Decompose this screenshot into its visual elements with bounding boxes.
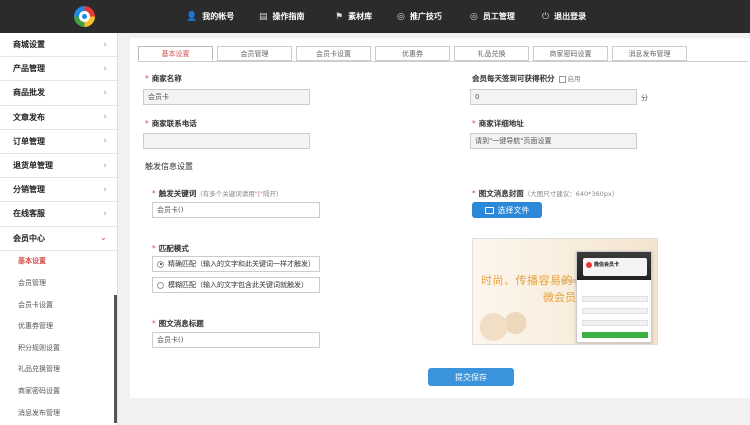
sidebar-item-label: 产品管理	[13, 64, 45, 74]
sidebar-item-label: 订单管理	[13, 136, 45, 146]
sidebar-item-customer-service[interactable]: 在线客服 ›	[0, 202, 117, 227]
chevron-right-icon: ›	[103, 160, 107, 171]
sidebar-item-mall-settings[interactable]: 商城设置 ›	[0, 33, 117, 58]
sidebar-item-label: 退货单管理	[13, 161, 53, 171]
globe-icon: ◎	[470, 11, 478, 22]
sidebar-subitem-messages[interactable]: 消息发布管理	[0, 402, 117, 424]
nav-guide[interactable]: ▤ 操作指南	[259, 0, 305, 33]
radio-exact[interactable]	[157, 260, 164, 268]
address-label: * 商家详细地址	[472, 119, 524, 128]
address-input[interactable]: 请到"一键导航"页面设置	[470, 133, 637, 149]
sidebar-item-member-center[interactable]: 会员中心 ⌄	[0, 227, 117, 251]
sidebar-subitem-coupons[interactable]: 优惠券管理	[0, 315, 117, 337]
sidebar-item-label: 在线客服	[13, 209, 45, 219]
chevron-right-icon: ›	[103, 87, 107, 98]
phone-card-title: 微信会员卡	[594, 262, 620, 268]
keyword-label: * 触发关键词（有多个关键词请用"|"隔开）	[152, 189, 283, 198]
sidebar-subitem-merchant-password[interactable]: 商家密码设置	[0, 380, 117, 402]
sidebar-item-label: 文章发布	[13, 112, 45, 122]
sidebar-item-orders[interactable]: 订单管理 ›	[0, 130, 117, 154]
sidebar-item-label: 商品批发	[13, 88, 45, 98]
tab-member-management[interactable]: 会员管理	[217, 46, 292, 61]
tab-merchant-password[interactable]: 商家密码设置	[533, 46, 608, 61]
top-navigation-bar: 👤 我的帐号 ▤ 操作指南 ⚑ 素材库 ◎ 推广技巧 ◎ 员工管理 ⏻ 退出登录	[0, 0, 750, 33]
enable-checkbox[interactable]	[558, 75, 566, 83]
chevron-down-icon: ⌄	[99, 233, 107, 244]
sidebar-scrollbar[interactable]	[114, 295, 117, 423]
nav-label: 员工管理	[482, 12, 515, 21]
sidebar-item-articles[interactable]: 文章发布 ›	[0, 106, 117, 130]
msg-title-input[interactable]: 会员卡()	[152, 332, 320, 348]
trigger-section-title: 触发信息设置	[145, 162, 193, 171]
choose-file-button[interactable]: 选择文件	[472, 202, 542, 218]
tab-divider	[138, 61, 748, 62]
match-fuzzy-option[interactable]: 模糊匹配（输入的文字包含此关键词就触发）	[152, 277, 320, 293]
radio-fuzzy[interactable]	[157, 281, 164, 289]
sidebar-item-label: 会员中心	[13, 233, 45, 243]
merchant-name-label: * 商家名称	[145, 74, 182, 83]
chevron-right-icon: ›	[103, 39, 107, 50]
nav-label: 操作指南	[272, 12, 305, 21]
match-exact-option[interactable]: 精确匹配（输入的文字和此关键词一样才触发）	[152, 256, 320, 272]
points-unit: 分	[641, 94, 648, 102]
tab-basic-settings[interactable]: 基本设置	[138, 46, 213, 61]
tab-gift-exchange[interactable]: 礼品兑换	[454, 46, 529, 61]
phone-mockup: 微信会员卡	[576, 251, 652, 343]
match-fuzzy-text: 模糊匹配（输入的文字包含此关键词就触发）	[168, 281, 308, 289]
daily-points-label: 会员每天签到可获得积分 启用	[472, 74, 581, 83]
tab-coupons[interactable]: 优惠券	[375, 46, 450, 61]
chevron-right-icon: ›	[103, 136, 107, 147]
phone-label: * 商家联系电话	[145, 119, 197, 128]
chevron-right-icon: ›	[103, 63, 107, 74]
sidebar-item-label: 商城设置	[13, 40, 45, 50]
sidebar-subitem-gifts[interactable]: 礼品兑换管理	[0, 359, 117, 381]
nav-staff[interactable]: ◎ 员工管理	[470, 0, 515, 33]
document-icon: ▤	[259, 11, 268, 22]
match-exact-text: 精确匹配（输入的文字和此关键词一样才触发）	[168, 260, 315, 268]
tab-card-settings[interactable]: 会员卡设置	[296, 46, 371, 61]
user-icon: 👤	[186, 11, 198, 22]
sidebar-subitem-members[interactable]: 会员管理	[0, 272, 117, 294]
chevron-right-icon: ›	[103, 112, 107, 123]
sidebar-item-products[interactable]: 产品管理 ›	[0, 57, 117, 82]
flower-decoration	[477, 303, 532, 343]
cover-label: * 图文消息封面（大图尺寸建议：640*360px）	[472, 189, 619, 198]
power-icon: ⏻	[542, 11, 550, 22]
choose-file-label: 选择文件	[497, 205, 530, 215]
phone-input[interactable]	[143, 133, 310, 149]
nav-logout[interactable]: ⏻ 退出登录	[542, 0, 586, 33]
tab-message-publish[interactable]: 消息发布管理	[612, 46, 687, 61]
match-mode-label: * 匹配模式	[152, 244, 189, 253]
nav-label: 退出登录	[554, 12, 587, 21]
keyword-input[interactable]: 会员卡()	[152, 202, 320, 218]
submit-save-button[interactable]: 提交保存	[428, 368, 514, 386]
flag-icon: ⚑	[335, 11, 344, 22]
nav-label: 素材库	[348, 12, 373, 21]
merchant-name-input[interactable]: 会员卡	[143, 89, 310, 105]
sidebar-item-returns[interactable]: 退货单管理 ›	[0, 154, 117, 179]
chevron-right-icon: ›	[103, 208, 107, 219]
folder-icon	[484, 206, 494, 214]
sidebar-item-distribution[interactable]: 分销管理 ›	[0, 178, 117, 203]
cover-headline-a: 时尚、传播容易的	[481, 274, 573, 287]
nav-materials[interactable]: ⚑ 素材库	[335, 0, 372, 33]
sidebar-item-label: 分销管理	[13, 185, 45, 195]
msg-title-label: * 图文消息标题	[152, 319, 204, 328]
chevron-right-icon: ›	[103, 184, 107, 195]
nav-promotion-tips[interactable]: ◎ 推广技巧	[397, 0, 442, 33]
sidebar-item-wholesale[interactable]: 商品批发 ›	[0, 81, 117, 106]
nav-my-account[interactable]: 👤 我的帐号	[186, 0, 234, 33]
tab-bar: 基本设置 会员管理 会员卡设置 优惠券 礼品兑换 商家密码设置 消息发布管理	[138, 46, 691, 61]
daily-points-input[interactable]: 0	[470, 89, 637, 105]
sidebar: 商城设置 › 产品管理 › 商品批发 › 文章发布 › 订单管理 › 退货单管理 › 分销管…	[0, 33, 118, 425]
sidebar-subitem-card-settings[interactable]: 会员卡设置	[0, 294, 117, 316]
cover-image-preview: MEMBER CARD 时尚、传播容易的 微会员卡 微信会员卡	[472, 238, 658, 345]
sidebar-subitem-points-rules[interactable]: 积分规则设置	[0, 337, 117, 359]
nav-label: 推广技巧	[409, 12, 442, 21]
nav-label: 我的帐号	[202, 12, 235, 21]
sidebar-subitem-basic-settings[interactable]: 基本设置	[0, 251, 117, 273]
app-logo[interactable]	[74, 6, 95, 27]
globe-icon: ◎	[397, 11, 405, 22]
card-logo-icon	[586, 262, 592, 268]
